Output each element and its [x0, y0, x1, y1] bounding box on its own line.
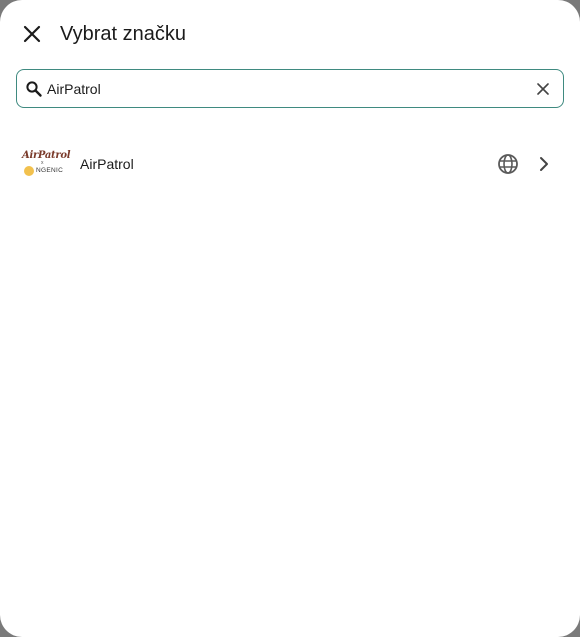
search-icon: [26, 81, 42, 97]
clear-icon: [537, 83, 549, 95]
logo-badge: [24, 166, 34, 176]
close-button[interactable]: [12, 14, 52, 54]
logo-text-x: x: [41, 160, 44, 166]
dialog-header: Vybrat značku: [0, 0, 580, 68]
brand-name: AirPatrol: [80, 156, 134, 172]
dialog-title: Vybrat značku: [60, 23, 186, 45]
list-item[interactable]: AirPatrol x NGENIC AirPatrol: [0, 138, 580, 190]
logo-text-airpatrol: AirPatrol: [22, 150, 71, 161]
chevron-right-icon: [540, 157, 548, 171]
brand-logo: AirPatrol x NGENIC: [22, 150, 71, 178]
logo-text-ngenic: NGENIC: [36, 167, 64, 174]
clear-search-button[interactable]: [533, 79, 553, 99]
search-field[interactable]: [16, 69, 564, 108]
globe-icon[interactable]: [497, 153, 519, 175]
brand-select-dialog: Vybrat značku AirPatrol x NGENIC AirPatr…: [0, 0, 580, 637]
close-icon: [23, 25, 41, 43]
search-input[interactable]: [47, 76, 517, 102]
